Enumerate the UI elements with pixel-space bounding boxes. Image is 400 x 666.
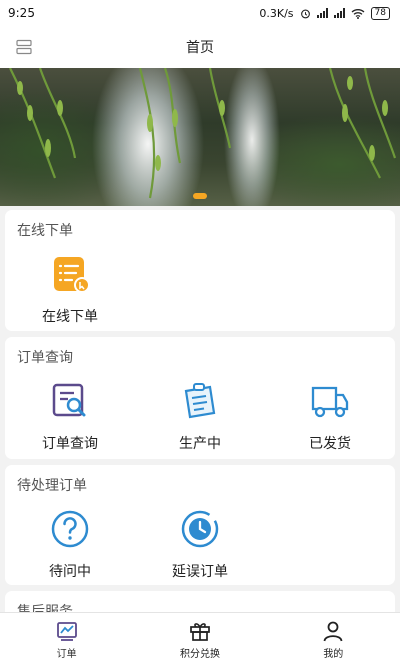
grid-item-shipped[interactable]: 已发货 xyxy=(275,381,385,453)
menu-icon[interactable] xyxy=(16,39,32,55)
clipboard-icon xyxy=(184,383,216,419)
grid-item-delayed-orders[interactable]: 延误订单 xyxy=(145,509,255,581)
card-order-query: 订单查询 订单查询 生产中 已发货 xyxy=(5,337,395,459)
grid-item-online-order[interactable]: 在线下单 xyxy=(15,254,125,326)
grid-label: 生产中 xyxy=(179,436,221,452)
card-online-order: 在线下单 在线下单 xyxy=(5,210,395,331)
tab-points-exchange[interactable]: 积分兑换 xyxy=(133,613,266,666)
carousel-indicator[interactable] xyxy=(193,193,207,199)
section-title-order-query: 订单查询 xyxy=(17,350,73,366)
grid-label: 在线下单 xyxy=(42,309,98,325)
status-bar: 9:25 0.3K/s 78 xyxy=(0,0,400,26)
banner-carousel[interactable] xyxy=(0,68,400,206)
grid-label: 延误订单 xyxy=(172,564,228,580)
battery-indicator: 78 xyxy=(370,6,390,20)
clock-icon xyxy=(181,510,219,548)
grid-label: 已发货 xyxy=(309,436,351,452)
section-title-online-order: 在线下单 xyxy=(17,223,73,239)
tab-orders[interactable]: 订单 xyxy=(0,613,133,666)
tab-label: 我的 xyxy=(323,649,344,660)
page-title: 首页 xyxy=(186,40,214,56)
tab-label: 积分兑换 xyxy=(179,649,220,660)
search-document-icon xyxy=(52,383,86,417)
willow-leaves-decoration xyxy=(9,68,397,199)
gift-icon xyxy=(190,623,210,641)
tab-mine[interactable]: 我的 xyxy=(267,613,400,666)
signal-icon-2 xyxy=(333,8,345,18)
card-pending-orders: 待处理订单 待问中 延误订单 xyxy=(5,465,395,585)
network-speed: 0.3K/s xyxy=(259,6,294,20)
question-icon xyxy=(51,510,89,548)
order-form-icon xyxy=(54,257,90,293)
chart-monitor-icon xyxy=(56,622,77,641)
alarm-icon xyxy=(300,9,310,18)
bottom-tab-bar: 订单 积分兑换 我的 xyxy=(0,612,400,666)
tab-label: 订单 xyxy=(56,649,77,660)
grid-item-order-query[interactable]: 订单查询 xyxy=(15,381,125,453)
grid-item-in-production[interactable]: 生产中 xyxy=(145,381,255,453)
grid-item-awaiting-inquiry[interactable]: 待问中 xyxy=(15,509,125,581)
nav-bar: 首页 xyxy=(0,26,400,68)
wifi-icon xyxy=(351,8,364,19)
signal-icon xyxy=(316,8,328,18)
truck-icon xyxy=(311,386,349,418)
status-time: 9:25 xyxy=(8,6,35,20)
status-indicators: 0.3K/s 78 xyxy=(259,6,390,20)
section-title-pending-orders: 待处理订单 xyxy=(17,478,87,494)
grid-label: 待问中 xyxy=(49,564,91,580)
user-icon xyxy=(323,621,343,642)
grid-label: 订单查询 xyxy=(42,436,98,452)
